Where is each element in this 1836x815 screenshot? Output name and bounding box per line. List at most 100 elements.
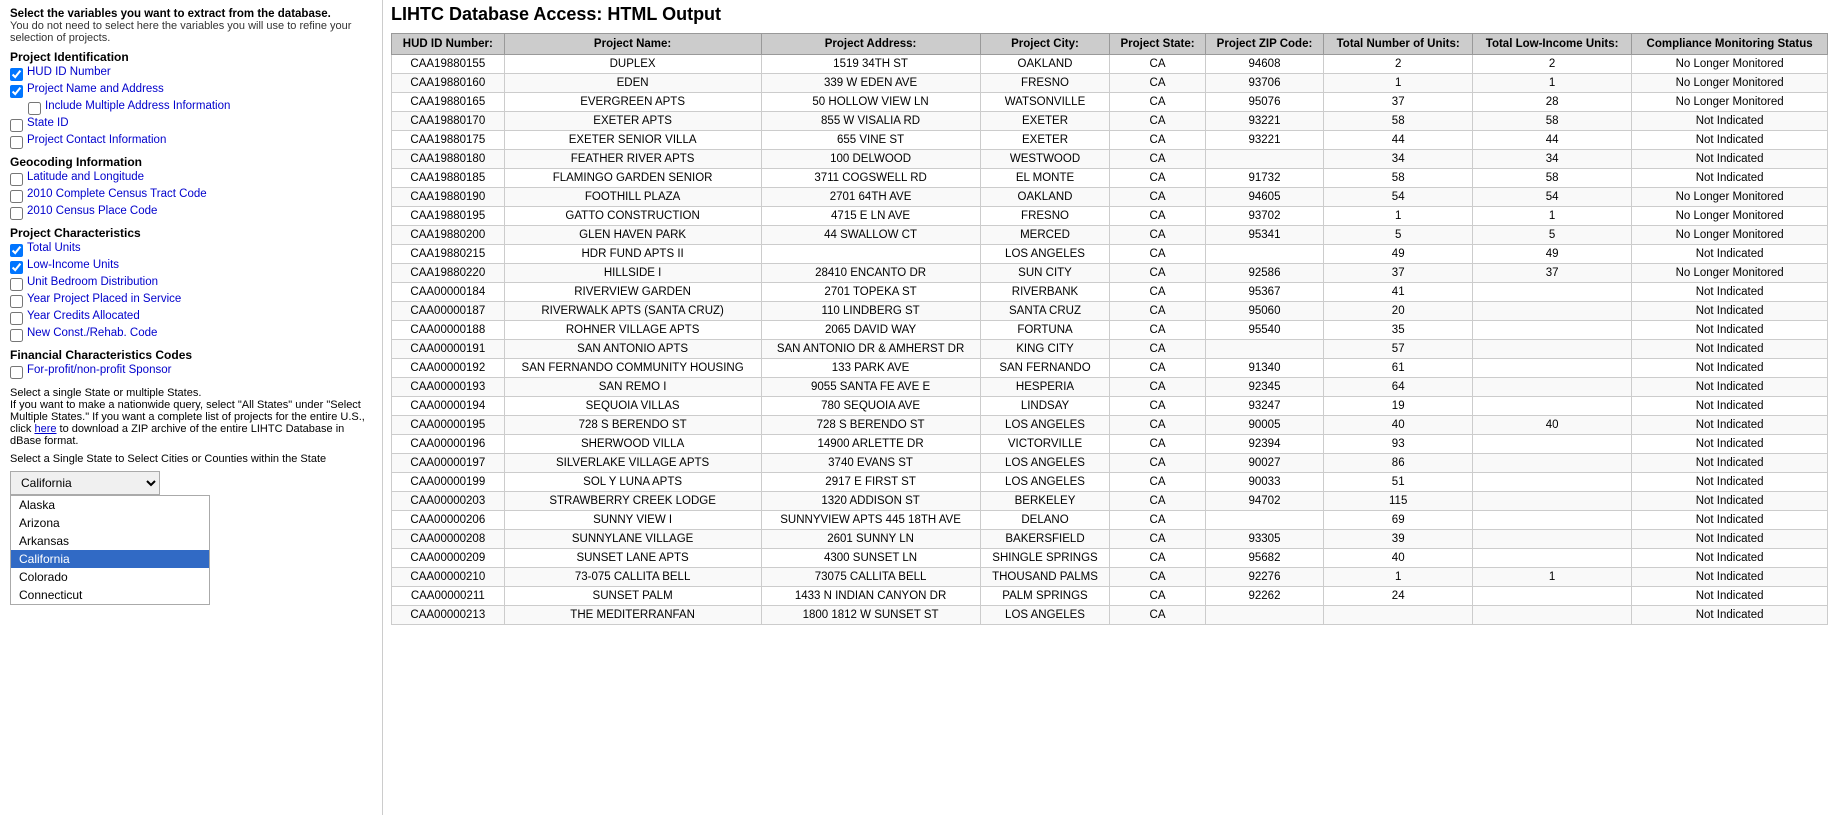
table-cell: FORTUNA <box>980 321 1110 340</box>
checkbox-input[interactable] <box>10 136 23 149</box>
table-cell <box>1205 245 1324 264</box>
table-cell: 86 <box>1324 454 1473 473</box>
table-row: CAA00000184RIVERVIEW GARDEN2701 TOPEKA S… <box>392 283 1828 302</box>
here-link[interactable]: here <box>34 423 56 435</box>
checkbox-input[interactable] <box>10 312 23 325</box>
checkbox-row: Year Credits Allocated <box>10 310 372 325</box>
table-cell <box>761 245 980 264</box>
checkbox-input[interactable] <box>10 68 23 81</box>
data-table: HUD ID Number:Project Name:Project Addre… <box>391 33 1828 625</box>
table-cell: CAA00000192 <box>392 359 505 378</box>
checkbox-input[interactable] <box>10 244 23 257</box>
table-cell: Not Indicated <box>1632 321 1828 340</box>
table-cell: Not Indicated <box>1632 378 1828 397</box>
table-cell: CA <box>1110 302 1205 321</box>
table-cell: SUN CITY <box>980 264 1110 283</box>
table-cell: CAA00000208 <box>392 530 505 549</box>
checkbox-row: Include Multiple Address Information <box>28 100 372 115</box>
table-cell: 90027 <box>1205 454 1324 473</box>
table-cell: Not Indicated <box>1632 549 1828 568</box>
table-cell: 49 <box>1324 245 1473 264</box>
table-cell: OAKLAND <box>980 55 1110 74</box>
table-row: CAA00000195728 S BERENDO ST728 S BERENDO… <box>392 416 1828 435</box>
table-cell: EXETER SENIOR VILLA <box>504 131 761 150</box>
table-cell: Not Indicated <box>1632 150 1828 169</box>
checkbox-input[interactable] <box>10 190 23 203</box>
checkbox-input[interactable] <box>10 261 23 274</box>
table-cell: CAA19880190 <box>392 188 505 207</box>
checkbox-input[interactable] <box>10 119 23 132</box>
table-cell: FRESNO <box>980 207 1110 226</box>
checkbox-input[interactable] <box>10 278 23 291</box>
checkbox-input[interactable] <box>10 366 23 379</box>
table-cell: CAA19880170 <box>392 112 505 131</box>
table-cell: CAA19880155 <box>392 55 505 74</box>
table-cell <box>1473 359 1632 378</box>
checkbox-input[interactable] <box>28 102 41 115</box>
dropdown-item[interactable]: Arkansas <box>11 532 209 550</box>
table-cell: CAA19880215 <box>392 245 505 264</box>
table-row: CAA00000196SHERWOOD VILLA14900 ARLETTE D… <box>392 435 1828 454</box>
checkbox-input[interactable] <box>10 329 23 342</box>
table-cell: 1 <box>1473 74 1632 93</box>
table-cell: 58 <box>1473 112 1632 131</box>
checkbox-row: Project Name and Address <box>10 83 372 98</box>
table-row: CAA00000208SUNNYLANE VILLAGE2601 SUNNY L… <box>392 530 1828 549</box>
table-row: CAA00000206SUNNY VIEW ISUNNYVIEW APTS 44… <box>392 511 1828 530</box>
table-cell: 91340 <box>1205 359 1324 378</box>
table-cell: CAA00000209 <box>392 549 505 568</box>
table-cell: 1800 1812 W SUNSET ST <box>761 606 980 625</box>
table-cell: FLAMINGO GARDEN SENIOR <box>504 169 761 188</box>
checkbox-input[interactable] <box>10 85 23 98</box>
table-cell: BAKERSFIELD <box>980 530 1110 549</box>
table-column-header: HUD ID Number: <box>392 34 505 55</box>
table-cell: 855 W VISALIA RD <box>761 112 980 131</box>
table-cell: HILLSIDE I <box>504 264 761 283</box>
single-state-select[interactable]: AlaskaArizonaArkansasCaliforniaColoradoC… <box>10 471 160 495</box>
table-cell: CA <box>1110 245 1205 264</box>
dropdown-item[interactable]: Colorado <box>11 568 209 586</box>
table-cell <box>1473 302 1632 321</box>
table-cell: EL MONTE <box>980 169 1110 188</box>
checkbox-input[interactable] <box>10 295 23 308</box>
table-cell: 1519 34TH ST <box>761 55 980 74</box>
checkbox-input[interactable] <box>10 173 23 186</box>
table-cell: LOS ANGELES <box>980 473 1110 492</box>
table-cell: 90033 <box>1205 473 1324 492</box>
table-cell <box>1473 530 1632 549</box>
checkbox-row: Latitude and Longitude <box>10 171 372 186</box>
dropdown-item[interactable]: Connecticut <box>11 586 209 604</box>
table-cell: CAA19880185 <box>392 169 505 188</box>
table-cell: 58 <box>1324 169 1473 188</box>
table-cell <box>1324 606 1473 625</box>
table-cell: EDEN <box>504 74 761 93</box>
dropdown-item[interactable]: Arizona <box>11 514 209 532</box>
table-cell: Not Indicated <box>1632 302 1828 321</box>
state-detail3: Select a Single State to Select Cities o… <box>10 453 372 465</box>
table-cell: CA <box>1110 188 1205 207</box>
checkbox-input[interactable] <box>10 207 23 220</box>
table-cell: 728 S BERENDO ST <box>761 416 980 435</box>
table-cell: THOUSAND PALMS <box>980 568 1110 587</box>
table-cell: SUNNYLANE VILLAGE <box>504 530 761 549</box>
table-cell <box>1473 454 1632 473</box>
table-cell: CAA19880220 <box>392 264 505 283</box>
table-cell: 94702 <box>1205 492 1324 511</box>
dropdown-item[interactable]: Alaska <box>11 496 209 514</box>
table-cell: 100 DELWOOD <box>761 150 980 169</box>
checkbox-label: Project Contact Information <box>27 134 166 146</box>
table-cell: 1 <box>1324 568 1473 587</box>
checkbox-label: Year Credits Allocated <box>27 310 140 322</box>
table-row: CAA00000192SAN FERNANDO COMMUNITY HOUSIN… <box>392 359 1828 378</box>
dropdown-item[interactable]: California <box>11 550 209 568</box>
table-cell: Not Indicated <box>1632 530 1828 549</box>
table-cell: 19 <box>1324 397 1473 416</box>
table-cell: RIVERVIEW GARDEN <box>504 283 761 302</box>
table-cell <box>1473 549 1632 568</box>
checkbox-label: 2010 Complete Census Tract Code <box>27 188 207 200</box>
table-cell: Not Indicated <box>1632 340 1828 359</box>
table-row: CAA00000193SAN REMO I9055 SANTA FE AVE E… <box>392 378 1828 397</box>
table-cell <box>1473 283 1632 302</box>
table-cell: CA <box>1110 359 1205 378</box>
table-cell: CAA00000187 <box>392 302 505 321</box>
